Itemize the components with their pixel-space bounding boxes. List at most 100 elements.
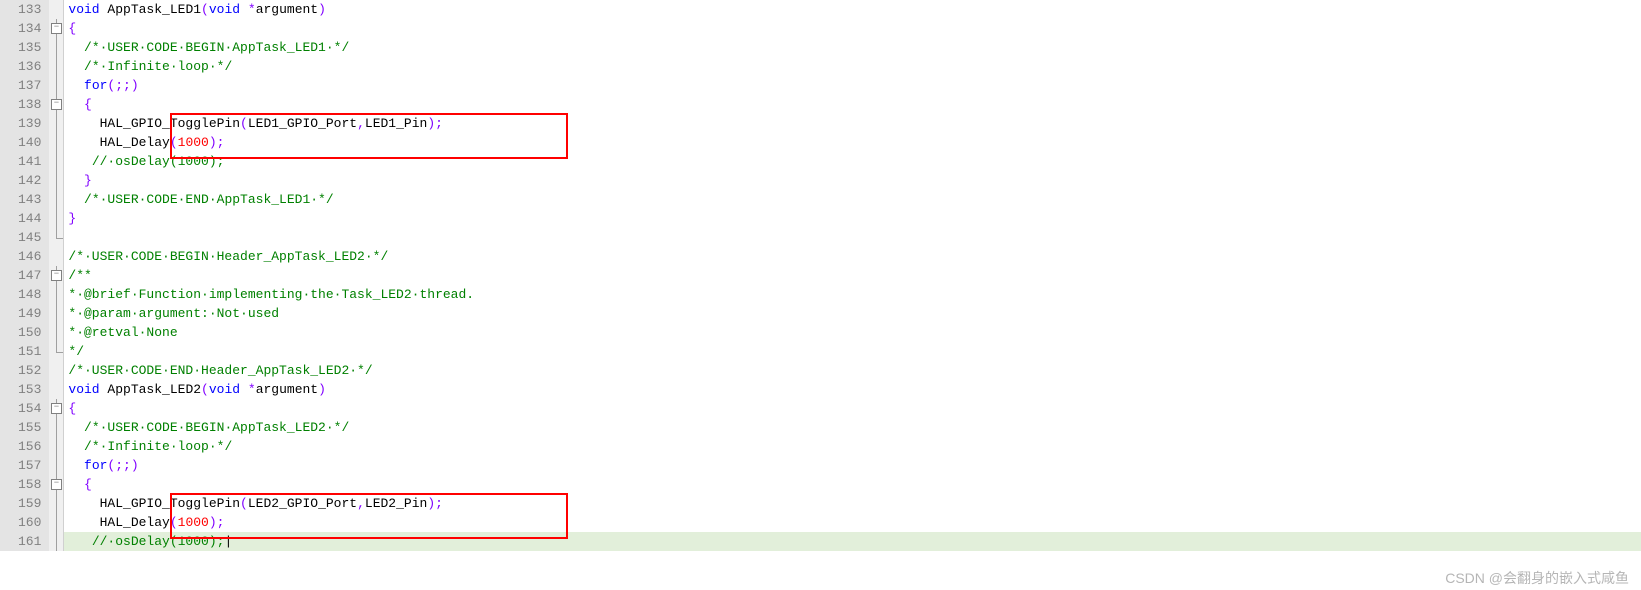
code-line[interactable]: *·@brief·Function·implementing·the·Task_… — [64, 285, 1641, 304]
line-number: 149 — [18, 304, 41, 323]
line-number: 143 — [18, 190, 41, 209]
line-number-gutter: 1331341351361371381391401411421431441451… — [0, 0, 49, 551]
code-line[interactable]: */ — [64, 342, 1641, 361]
code-line[interactable]: HAL_GPIO_TogglePin(LED1_GPIO_Port,LED1_P… — [64, 114, 1641, 133]
token-txt: AppTask_LED2 — [100, 382, 201, 397]
code-line[interactable]: for(;;) — [64, 76, 1641, 95]
token-txt — [68, 40, 84, 55]
fold-cell — [49, 513, 63, 532]
watermark: CSDN @会翻身的嵌入式咸鱼 — [1445, 569, 1629, 588]
fold-column[interactable]: − − − − − — [49, 0, 64, 551]
token-cm: /*·USER·CODE·BEGIN·Header_AppTask_LED2·*… — [68, 249, 388, 264]
code-line[interactable]: { — [64, 475, 1641, 494]
token-txt — [68, 154, 91, 169]
token-txt — [68, 97, 84, 112]
line-number: 155 — [18, 418, 41, 437]
fold-cell — [49, 247, 63, 266]
code-line[interactable]: *·@param·argument:·Not·used — [64, 304, 1641, 323]
code-line[interactable]: /*·Infinite·loop·*/ — [64, 437, 1641, 456]
code-line[interactable]: /*·USER·CODE·BEGIN·AppTask_LED2·*/ — [64, 418, 1641, 437]
line-number: 150 — [18, 323, 41, 342]
code-line[interactable]: /*·USER·CODE·BEGIN·Header_AppTask_LED2·*… — [64, 247, 1641, 266]
fold-cell — [49, 76, 63, 95]
token-txt: LED1_GPIO_Port — [248, 116, 357, 131]
code-line[interactable]: void AppTask_LED2(void *argument) — [64, 380, 1641, 399]
fold-cell — [49, 456, 63, 475]
code-line[interactable]: /*·USER·CODE·END·Header_AppTask_LED2·*/ — [64, 361, 1641, 380]
token-op: ( — [170, 135, 178, 150]
code-line[interactable]: } — [64, 209, 1641, 228]
token-txt: argument — [256, 2, 318, 17]
token-op: (;;) — [107, 78, 138, 93]
token-txt — [68, 78, 84, 93]
token-txt: LED2_Pin — [365, 496, 427, 511]
line-number: 134 — [18, 19, 41, 38]
code-line[interactable] — [64, 228, 1641, 247]
line-number: 148 — [18, 285, 41, 304]
fold-cell — [49, 0, 63, 19]
line-number: 156 — [18, 437, 41, 456]
code-line[interactable]: void AppTask_LED1(void *argument) — [64, 0, 1641, 19]
fold-cell[interactable]: − — [49, 19, 63, 38]
code-line[interactable]: HAL_Delay(1000); — [64, 133, 1641, 152]
code-line[interactable]: *·@retval·None — [64, 323, 1641, 342]
fold-cell[interactable]: − — [49, 95, 63, 114]
code-line[interactable]: for(;;) — [64, 456, 1641, 475]
code-line[interactable]: HAL_Delay(1000); — [64, 513, 1641, 532]
line-number: 133 — [18, 0, 41, 19]
fold-cell — [49, 380, 63, 399]
token-cm: *·@brief·Function·implementing·the·Task_… — [68, 287, 474, 302]
token-cm: //·osDelay(1000); — [92, 534, 225, 549]
token-op: (;;) — [107, 458, 138, 473]
token-op: } — [84, 173, 92, 188]
fold-toggle-icon[interactable]: − — [51, 270, 62, 281]
code-line[interactable]: /** — [64, 266, 1641, 285]
token-kw: void — [68, 2, 99, 17]
fold-cell — [49, 57, 63, 76]
token-cm: /*·USER·CODE·END·Header_AppTask_LED2·*/ — [68, 363, 372, 378]
line-number: 161 — [18, 532, 41, 551]
token-op: ); — [209, 135, 225, 150]
line-number: 145 — [18, 228, 41, 247]
line-number: 151 — [18, 342, 41, 361]
fold-cell[interactable]: − — [49, 266, 63, 285]
fold-cell — [49, 114, 63, 133]
token-op: { — [84, 97, 92, 112]
token-op: , — [357, 496, 365, 511]
token-op: } — [68, 211, 76, 226]
fold-cell — [49, 342, 63, 361]
fold-cell[interactable]: − — [49, 399, 63, 418]
token-cm: //·osDelay(1000); — [92, 154, 225, 169]
fold-toggle-icon[interactable]: − — [51, 403, 62, 414]
code-line[interactable]: HAL_GPIO_TogglePin(LED2_GPIO_Port,LED2_P… — [64, 494, 1641, 513]
code-area[interactable]: void AppTask_LED1(void *argument){ /*·US… — [64, 0, 1641, 551]
code-line[interactable]: /*·Infinite·loop·*/ — [64, 57, 1641, 76]
line-number: 158 — [18, 475, 41, 494]
fold-toggle-icon[interactable]: − — [51, 479, 62, 490]
token-txt — [68, 458, 84, 473]
token-cm: /*·Infinite·loop·*/ — [84, 439, 232, 454]
fold-cell — [49, 361, 63, 380]
line-number: 142 — [18, 171, 41, 190]
token-cm: */ — [68, 344, 84, 359]
token-txt: AppTask_LED1 — [100, 2, 201, 17]
token-txt: HAL_Delay — [68, 515, 169, 530]
token-txt — [240, 382, 248, 397]
code-line[interactable]: } — [64, 171, 1641, 190]
code-line[interactable]: { — [64, 19, 1641, 38]
token-op: ) — [318, 382, 326, 397]
token-op: ); — [209, 515, 225, 530]
token-kw: void — [209, 2, 240, 17]
fold-cell[interactable]: − — [49, 475, 63, 494]
fold-toggle-icon[interactable]: − — [51, 99, 62, 110]
code-line[interactable]: //·osDelay(1000);| — [64, 532, 1641, 551]
fold-toggle-icon[interactable]: − — [51, 23, 62, 34]
code-line[interactable]: /*·USER·CODE·BEGIN·AppTask_LED1·*/ — [64, 38, 1641, 57]
code-editor[interactable]: 1331341351361371381391401411421431441451… — [0, 0, 1641, 551]
line-number: 141 — [18, 152, 41, 171]
code-line[interactable]: { — [64, 399, 1641, 418]
code-line[interactable]: { — [64, 95, 1641, 114]
fold-cell — [49, 532, 63, 551]
code-line[interactable]: //·osDelay(1000); — [64, 152, 1641, 171]
code-line[interactable]: /*·USER·CODE·END·AppTask_LED1·*/ — [64, 190, 1641, 209]
